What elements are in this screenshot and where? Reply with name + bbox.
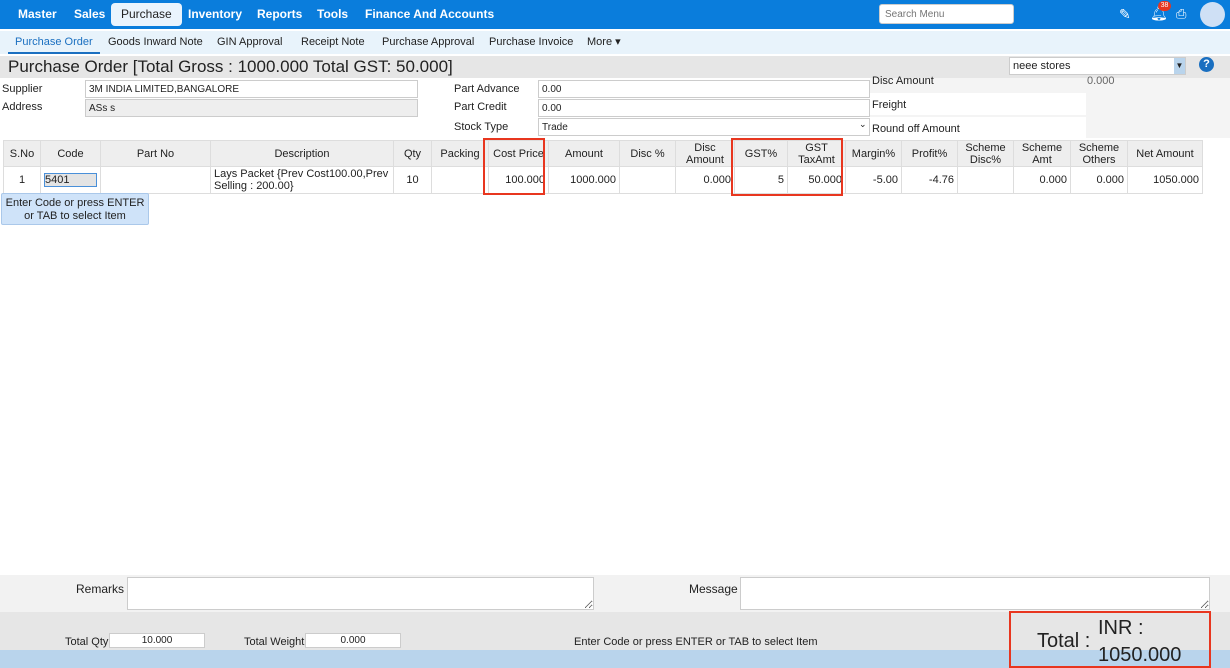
column-header: Qty [393, 140, 432, 167]
round-off-label: Round off Amount [872, 123, 960, 135]
column-header: GST TaxAmt [787, 140, 846, 167]
column-header: S.No [3, 140, 41, 167]
printer-icon[interactable]: ⎙ [1176, 6, 1186, 22]
cell-code[interactable]: 5401 [40, 166, 101, 194]
cell-disc-amount: 0.000 [675, 166, 735, 194]
total-qty-label: Total Qty [65, 636, 109, 648]
status-message: Enter Code or press ENTER or TAB to sele… [574, 636, 818, 648]
cell-gst-: 5 [734, 166, 788, 194]
cell-scheme-disc- [957, 166, 1014, 194]
nav-inventory[interactable]: Inventory [178, 3, 252, 26]
column-header: Part No [100, 140, 211, 167]
tab-purchase-order[interactable]: Purchase Order [8, 31, 100, 54]
cell-cost-price: 100.000 [488, 166, 549, 194]
cell-description: Lays Packet {Prev Cost100.00,Prev Sellin… [210, 166, 394, 194]
cell-amount: 1000.000 [548, 166, 620, 194]
cell-s-no: 1 [3, 166, 41, 194]
column-header: Scheme Amt [1013, 140, 1071, 167]
total-currency: INR : [1098, 617, 1144, 639]
paint-brush-icon[interactable]: ✎ [1119, 6, 1131, 23]
cell-profit-: -4.76 [901, 166, 958, 194]
tab-more[interactable]: More ▾ [580, 31, 628, 54]
part-credit-field[interactable]: 0.00 [538, 99, 870, 117]
total-qty-field: 10.000 [109, 633, 205, 648]
tab-purchase-approval[interactable]: Purchase Approval [375, 31, 481, 54]
message-textarea[interactable] [740, 577, 1210, 610]
message-label: Message [689, 582, 738, 596]
column-header: Packing [431, 140, 489, 167]
address-field[interactable]: ASs s [85, 99, 418, 117]
supplier-label: Supplier [2, 83, 43, 95]
supplier-field[interactable]: 3M INDIA LIMITED,BANGALORE [85, 80, 418, 98]
avatar[interactable] [1200, 2, 1225, 27]
nav-tools[interactable]: Tools [307, 3, 358, 26]
column-header: Margin% [845, 140, 902, 167]
column-header: GST% [734, 140, 788, 167]
column-header: Amount [548, 140, 620, 167]
nav-reports[interactable]: Reports [247, 3, 312, 26]
column-header: Description [210, 140, 394, 167]
chevron-down-icon[interactable]: ▼ [1174, 58, 1185, 74]
total-weight-field: 0.000 [305, 633, 401, 648]
tab-goods-inward-note[interactable]: Goods Inward Note [101, 31, 210, 54]
stock-type-select[interactable]: Trade [538, 118, 870, 136]
column-header: Scheme Disc% [957, 140, 1014, 167]
total-label: Total : [1037, 630, 1091, 652]
cell-gst-taxamt: 50.000 [787, 166, 846, 194]
part-advance-label: Part Advance [454, 83, 520, 95]
cell-part-no [100, 166, 211, 194]
table-row[interactable]: 1 5401 Lays Packet {Prev Cost100.00,Prev S… [3, 166, 1203, 194]
cell-margin-: -5.00 [845, 166, 902, 194]
code-tooltip: Enter Code or press ENTER or TAB to sele… [1, 193, 149, 225]
search-menu-input[interactable] [879, 4, 1014, 24]
tab-gin-approval[interactable]: GIN Approval [210, 31, 289, 54]
column-header: Cost Price [488, 140, 549, 167]
store-select[interactable]: neee stores [1009, 57, 1186, 75]
nav-sales[interactable]: Sales [64, 3, 115, 26]
total-weight-label: Total Weight [244, 636, 305, 648]
tab-purchase-invoice[interactable]: Purchase Invoice [482, 31, 580, 54]
part-advance-field[interactable]: 0.00 [538, 80, 870, 98]
nav-master[interactable]: Master [8, 3, 67, 26]
items-table: S.No Code Part No Description Qty Packing Cost… [3, 140, 1203, 194]
help-icon[interactable]: ? [1199, 57, 1214, 72]
column-header: Disc % [619, 140, 676, 167]
tab-receipt-note[interactable]: Receipt Note [294, 31, 372, 54]
disc-amount-label: Disc Amount [872, 75, 934, 87]
cell-net-amount: 1050.000 [1127, 166, 1203, 194]
column-header: Scheme Others [1070, 140, 1128, 167]
freight-label: Freight [872, 99, 907, 111]
cell-disc- [619, 166, 676, 194]
code-input[interactable]: 5401 [44, 173, 97, 187]
stock-type-label: Stock Type [454, 121, 509, 133]
page-title: Purchase Order [Total Gross : 1000.000 T… [8, 57, 453, 76]
column-header: Disc Amount [675, 140, 735, 167]
nav-purchase[interactable]: Purchase [111, 3, 182, 26]
column-header: Code [40, 140, 101, 167]
cell-qty: 10 [393, 166, 432, 194]
cell-scheme-amt: 0.000 [1013, 166, 1071, 194]
column-header: Net Amount [1127, 140, 1203, 167]
chevron-down-icon: ▾ [612, 36, 621, 48]
remarks-textarea[interactable] [127, 577, 594, 610]
column-header: Profit% [901, 140, 958, 167]
remarks-label: Remarks [76, 582, 125, 596]
nav-finance-and-accounts[interactable]: Finance And Accounts [355, 3, 504, 26]
address-label: Address [2, 101, 43, 113]
part-credit-label: Part Credit [454, 101, 507, 113]
disc-amount-value: 0.000 [1087, 75, 1115, 87]
cell-packing [431, 166, 489, 194]
chevron-down-icon: ⌄ [859, 119, 867, 129]
notification-badge: 38 [1158, 1, 1171, 11]
total-amount: 1050.000 [1098, 644, 1182, 666]
cell-scheme-others: 0.000 [1070, 166, 1128, 194]
